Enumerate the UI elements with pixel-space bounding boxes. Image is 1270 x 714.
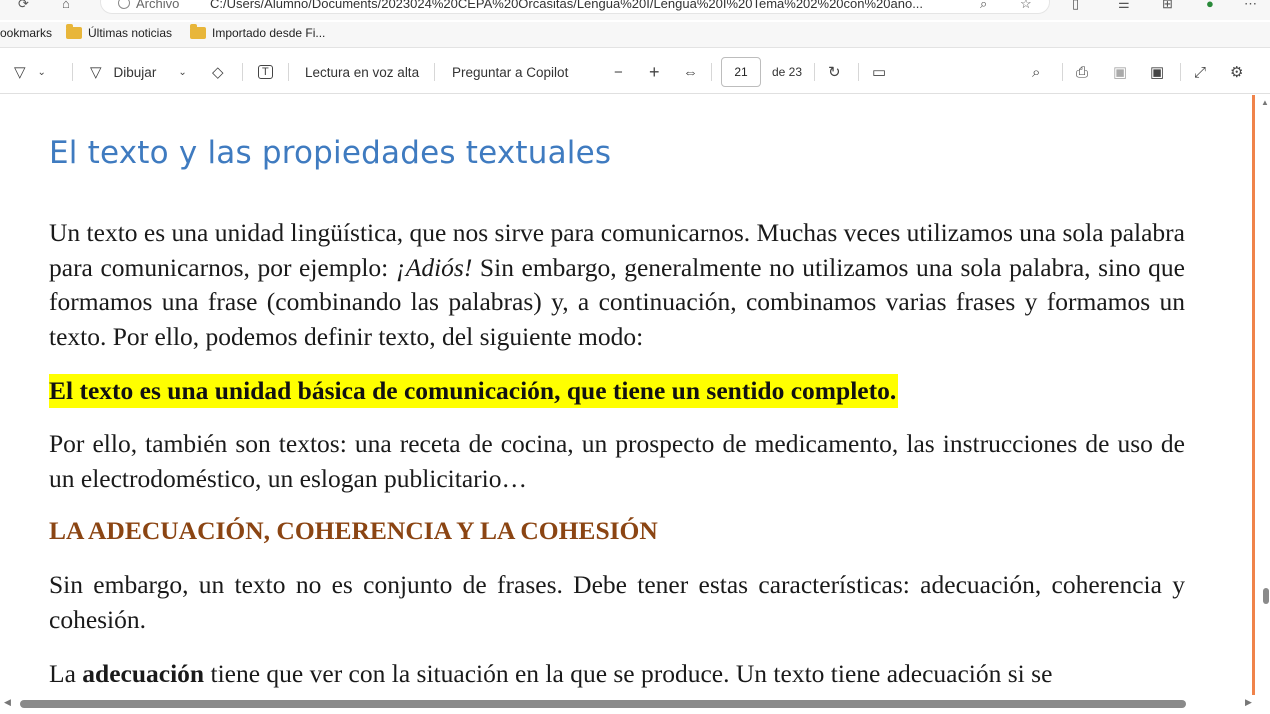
zoom-out-button[interactable]: − xyxy=(614,50,623,94)
page-number-field[interactable]: 21 xyxy=(721,50,761,94)
favorite-star-icon[interactable]: ☆ xyxy=(1020,0,1032,12)
address-url[interactable]: C:/Users/Alumno/Documents/2023024%20CEPA… xyxy=(210,0,970,11)
page-view-button[interactable]: ▭ xyxy=(872,50,886,94)
fullscreen-button[interactable]: ⤢ xyxy=(1194,50,1206,94)
folder-icon xyxy=(66,24,82,39)
paragraph-examples: Por ello, también son textos: una receta… xyxy=(49,429,1185,493)
page-view-icon: ▭ xyxy=(872,64,887,81)
text-box-icon: T xyxy=(258,65,273,79)
paragraph-adecuacion: La adecuación tiene que ver con la situa… xyxy=(49,659,1053,688)
vertical-scrollbar[interactable] xyxy=(1257,95,1270,695)
split-screen-icon[interactable]: ▯ xyxy=(1072,0,1079,12)
vertical-scroll-thumb[interactable] xyxy=(1263,588,1269,604)
pdf-toolbar: ▽ ⌄ ▽ Dibujar ⌄ ◇ T Lectura en voz alta … xyxy=(0,50,1270,94)
rotate-icon: ↻ xyxy=(828,64,841,81)
scroll-right-icon[interactable]: ▶ xyxy=(1245,697,1252,708)
paragraph-definition-intro: Un texto es una unidad lingüística, que … xyxy=(49,218,1185,351)
settings-button[interactable]: ⚙ xyxy=(1230,50,1243,94)
section-heading: LA ADECUACIÓN, COHERENCIA Y LA COHESIÓN xyxy=(49,516,658,545)
page-total-label: de 23 xyxy=(772,65,803,79)
print-button[interactable]: ⎙ xyxy=(1076,50,1088,94)
zoom-in-button[interactable]: + xyxy=(649,50,660,94)
read-aloud-button[interactable]: Lectura en voz alta xyxy=(305,50,419,94)
pen-icon: ▽ xyxy=(90,64,102,81)
info-icon xyxy=(118,0,130,9)
save-icon: ▣ xyxy=(1113,64,1128,81)
search-icon: ⌕ xyxy=(1032,63,1041,81)
pdf-page: El texto y las propiedades textuales Un … xyxy=(0,95,1252,697)
bookmarks-label: ookmarks xyxy=(0,26,53,40)
draw-button[interactable]: ▽ Dibujar ⌄ xyxy=(90,50,187,94)
home-icon[interactable]: ⌂ xyxy=(62,0,70,11)
search-icon[interactable]: ⌕ xyxy=(980,0,987,12)
save-as-icon: ▣ xyxy=(1150,64,1165,81)
scroll-left-icon[interactable]: ◀ xyxy=(4,697,11,708)
highlighter-icon: ▽ xyxy=(14,64,26,81)
chevron-down-icon[interactable]: ⌄ xyxy=(38,67,46,78)
expand-icon: ⤢ xyxy=(1194,63,1207,81)
extension-icon[interactable]: ● xyxy=(1206,0,1214,11)
horizontal-scroll-thumb[interactable] xyxy=(20,700,1186,708)
collections-icon[interactable]: ⊞ xyxy=(1162,0,1173,12)
eraser-icon: ◇ xyxy=(212,64,224,81)
favorites-icon[interactable]: ☰ xyxy=(1118,0,1130,12)
highlight-button[interactable]: ▽ ⌄ xyxy=(14,50,46,94)
refresh-icon[interactable]: ⟳ xyxy=(18,0,29,12)
ask-copilot-button[interactable]: Preguntar a Copilot xyxy=(452,50,568,94)
gear-icon: ⚙ xyxy=(1230,64,1244,81)
highlighted-definition: El texto es una unidad básica de comunic… xyxy=(49,374,899,408)
bookmark-importado[interactable]: Importado desde Fi... xyxy=(190,24,325,40)
save-button[interactable]: ▣ xyxy=(1113,50,1127,94)
folder-icon xyxy=(190,24,206,39)
scroll-up-icon[interactable]: ▲ xyxy=(1261,98,1269,107)
rotate-button[interactable]: ↻ xyxy=(828,50,841,94)
erase-button[interactable]: ◇ xyxy=(212,50,224,94)
browser-address-strip: ⟳ ⌂ Archivo C:/Users/Alumno/Documents/20… xyxy=(0,0,1270,20)
bookmarks-bar: ookmarks Últimas noticias Importado desd… xyxy=(0,22,1270,48)
accent-border xyxy=(1252,95,1255,695)
site-info[interactable]: Archivo xyxy=(118,0,179,11)
chevron-down-icon[interactable]: ⌄ xyxy=(178,67,186,78)
print-icon: ⎙ xyxy=(1076,63,1089,81)
fit-width-button[interactable]: ⇔ xyxy=(683,50,698,94)
document-title: El texto y las propiedades textuales xyxy=(49,135,612,171)
more-menu-icon[interactable]: ⋯ xyxy=(1244,0,1257,12)
fit-width-icon: ⇔ xyxy=(683,63,698,81)
text-button[interactable]: T xyxy=(258,50,273,94)
save-as-button[interactable]: ▣ xyxy=(1150,50,1164,94)
search-button[interactable]: ⌕ xyxy=(1032,50,1040,94)
paragraph-characteristics: Sin embargo, un texto no es conjunto de … xyxy=(49,570,1185,634)
bookmark-ultimas-noticias[interactable]: Últimas noticias xyxy=(66,24,172,40)
